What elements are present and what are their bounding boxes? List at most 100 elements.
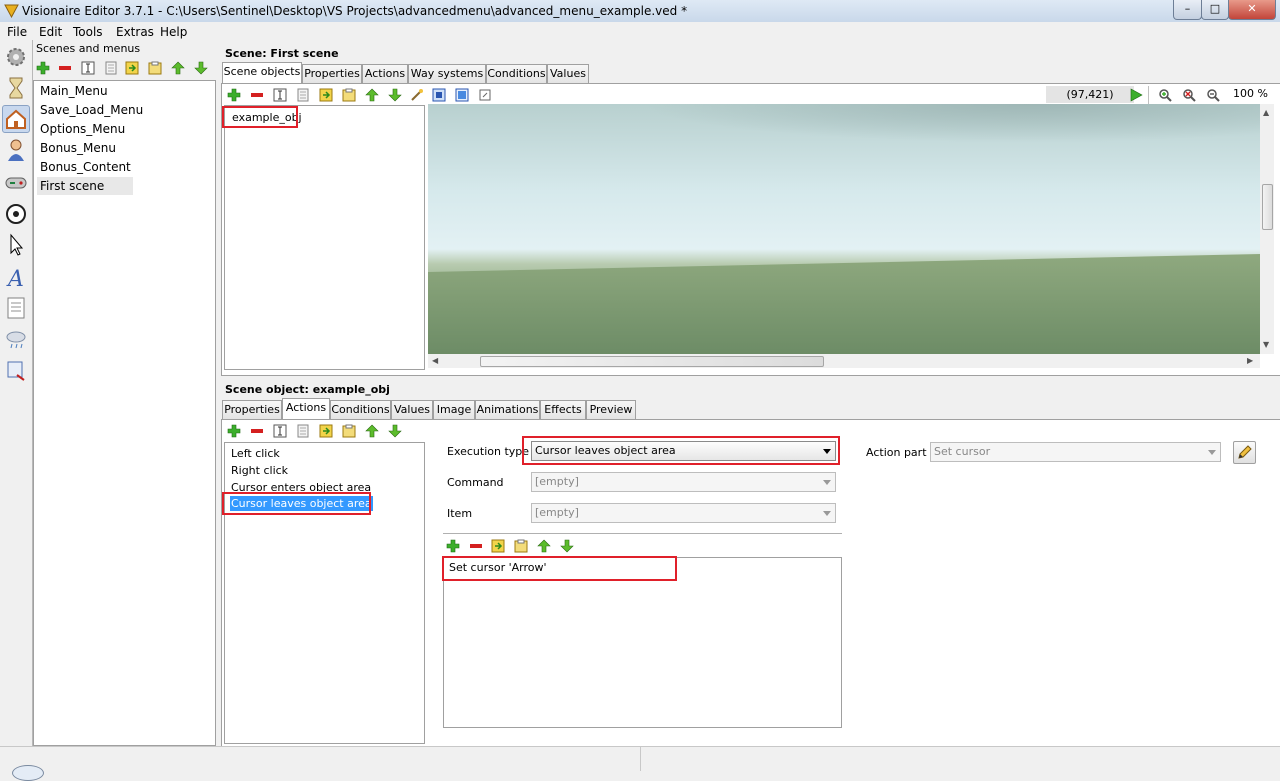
chevron-down-icon — [823, 480, 831, 485]
add-icon[interactable] — [227, 424, 241, 438]
move-down-icon[interactable] — [388, 424, 402, 438]
add-icon[interactable] — [36, 61, 50, 75]
maximize-button[interactable]: □ — [1201, 0, 1229, 20]
add-icon[interactable] — [446, 539, 460, 553]
scene-panel-title: Scene: First scene — [225, 47, 339, 60]
zoom-reset-icon[interactable] — [1182, 88, 1196, 102]
tab-obj-properties[interactable]: Properties — [222, 400, 282, 419]
scene-vertical-scrollbar[interactable]: ▲ ▼ — [1260, 104, 1274, 354]
scene-horizontal-scroll-thumb[interactable] — [480, 356, 824, 367]
duplicate-icon[interactable] — [491, 539, 505, 553]
duplicate-icon[interactable] — [319, 424, 333, 438]
tab-obj-conditions[interactable]: Conditions — [330, 400, 391, 419]
action-item-right-click[interactable]: Right click — [231, 464, 288, 477]
move-up-icon[interactable] — [365, 424, 379, 438]
home-icon[interactable] — [2, 105, 30, 133]
object-tabs: Properties Actions Conditions Values Ima… — [222, 398, 1280, 420]
menu-file[interactable]: File — [7, 25, 27, 39]
action-item-left-click[interactable]: Left click — [231, 447, 280, 460]
frame-icon[interactable] — [478, 88, 492, 102]
play-icon[interactable] — [1129, 88, 1143, 102]
tab-way-systems[interactable]: Way systems — [408, 64, 486, 83]
zoom-in-icon[interactable] — [1158, 88, 1172, 102]
item-select[interactable]: [empty] — [531, 503, 836, 523]
remove-icon[interactable] — [469, 539, 483, 553]
edit-action-part-button[interactable] — [1233, 441, 1256, 464]
fit-view-icon[interactable] — [455, 88, 469, 102]
paste-icon[interactable] — [514, 539, 528, 553]
tab-obj-preview[interactable]: Preview — [586, 400, 636, 419]
wand-icon[interactable] — [410, 88, 424, 102]
remove-icon[interactable] — [250, 88, 264, 102]
tab-obj-actions[interactable]: Actions — [282, 398, 330, 419]
highlight-execution-type — [522, 436, 840, 465]
tab-obj-image[interactable]: Image — [433, 400, 475, 419]
ball-icon[interactable] — [3, 201, 29, 227]
action-part-select[interactable]: Set cursor — [930, 442, 1221, 462]
duplicate-icon[interactable] — [319, 88, 333, 102]
command-select[interactable]: [empty] — [531, 472, 836, 492]
tab-scene-objects[interactable]: Scene objects — [222, 62, 302, 83]
tab-obj-animations[interactable]: Animations — [475, 400, 540, 419]
move-down-icon[interactable] — [388, 88, 402, 102]
tab-obj-values[interactable]: Values — [391, 400, 433, 419]
character-icon[interactable] — [3, 137, 29, 163]
move-up-icon[interactable] — [171, 61, 185, 75]
weather-icon[interactable] — [3, 326, 29, 352]
rename-icon[interactable] — [273, 424, 287, 438]
move-down-icon[interactable] — [560, 539, 574, 553]
status-indicator-icon — [12, 765, 44, 781]
scene-canvas[interactable] — [428, 104, 1260, 354]
cursor-icon[interactable] — [3, 232, 29, 258]
add-icon[interactable] — [227, 88, 241, 102]
move-up-icon[interactable] — [537, 539, 551, 553]
move-up-icon[interactable] — [365, 88, 379, 102]
close-button[interactable]: ✕ — [1228, 0, 1276, 20]
paste-icon[interactable] — [342, 424, 356, 438]
scene-item-bonus-content[interactable]: Bonus_Content — [40, 160, 131, 174]
tab-values[interactable]: Values — [547, 64, 589, 83]
scene-item-options-menu[interactable]: Options_Menu — [40, 122, 125, 136]
copy-icon[interactable] — [296, 88, 310, 102]
tab-conditions[interactable]: Conditions — [486, 64, 547, 83]
hourglass-icon[interactable] — [3, 75, 29, 101]
zoom-level: 100 % — [1233, 87, 1268, 100]
script-icon[interactable] — [3, 357, 29, 383]
font-icon[interactable]: A — [3, 264, 29, 292]
remove-icon[interactable] — [58, 61, 72, 75]
menu-extras[interactable]: Extras — [116, 25, 154, 39]
paste-icon[interactable] — [148, 61, 162, 75]
tab-obj-effects[interactable]: Effects — [540, 400, 586, 419]
copy-icon[interactable] — [296, 424, 310, 438]
scene-item-bonus-menu[interactable]: Bonus_Menu — [40, 141, 116, 155]
tab-actions[interactable]: Actions — [362, 64, 408, 83]
chevron-down-icon — [823, 511, 831, 516]
duplicate-icon[interactable] — [125, 61, 139, 75]
scene-vertical-scroll-thumb[interactable] — [1262, 184, 1273, 230]
zoom-out-icon[interactable] — [1206, 88, 1220, 102]
move-down-icon[interactable] — [194, 61, 208, 75]
gear-icon[interactable] — [3, 44, 29, 70]
rename-icon[interactable] — [273, 88, 287, 102]
menu-tools[interactable]: Tools — [73, 25, 103, 39]
select-area-icon[interactable] — [432, 88, 446, 102]
scene-item-main-menu[interactable]: Main_Menu — [40, 84, 108, 98]
scene-item-save-load-menu[interactable]: Save_Load_Menu — [40, 103, 143, 117]
cursor-coordinates: (97,421) — [1046, 86, 1134, 103]
tab-properties[interactable]: Properties — [302, 64, 362, 83]
title-bar: Visionaire Editor 3.7.1 - C:\Users\Senti… — [0, 0, 1280, 23]
paste-icon[interactable] — [342, 88, 356, 102]
scene-objects-toolbar: (97,421) 100 % — [224, 86, 1278, 104]
text-icon[interactable] — [3, 295, 29, 321]
menu-help[interactable]: Help — [160, 25, 187, 39]
rename-icon[interactable] — [81, 61, 95, 75]
remove-icon[interactable] — [250, 424, 264, 438]
scene-item-first-scene[interactable]: First scene — [37, 177, 133, 195]
highlight-object — [222, 106, 298, 128]
minimize-button[interactable]: – — [1173, 0, 1202, 20]
scene-horizontal-scrollbar[interactable]: ◀ ▶ — [428, 354, 1260, 368]
action-part-value: Set cursor — [934, 445, 991, 458]
copy-icon[interactable] — [104, 61, 118, 75]
menu-edit[interactable]: Edit — [39, 25, 62, 39]
gamepad-icon[interactable] — [3, 169, 29, 195]
